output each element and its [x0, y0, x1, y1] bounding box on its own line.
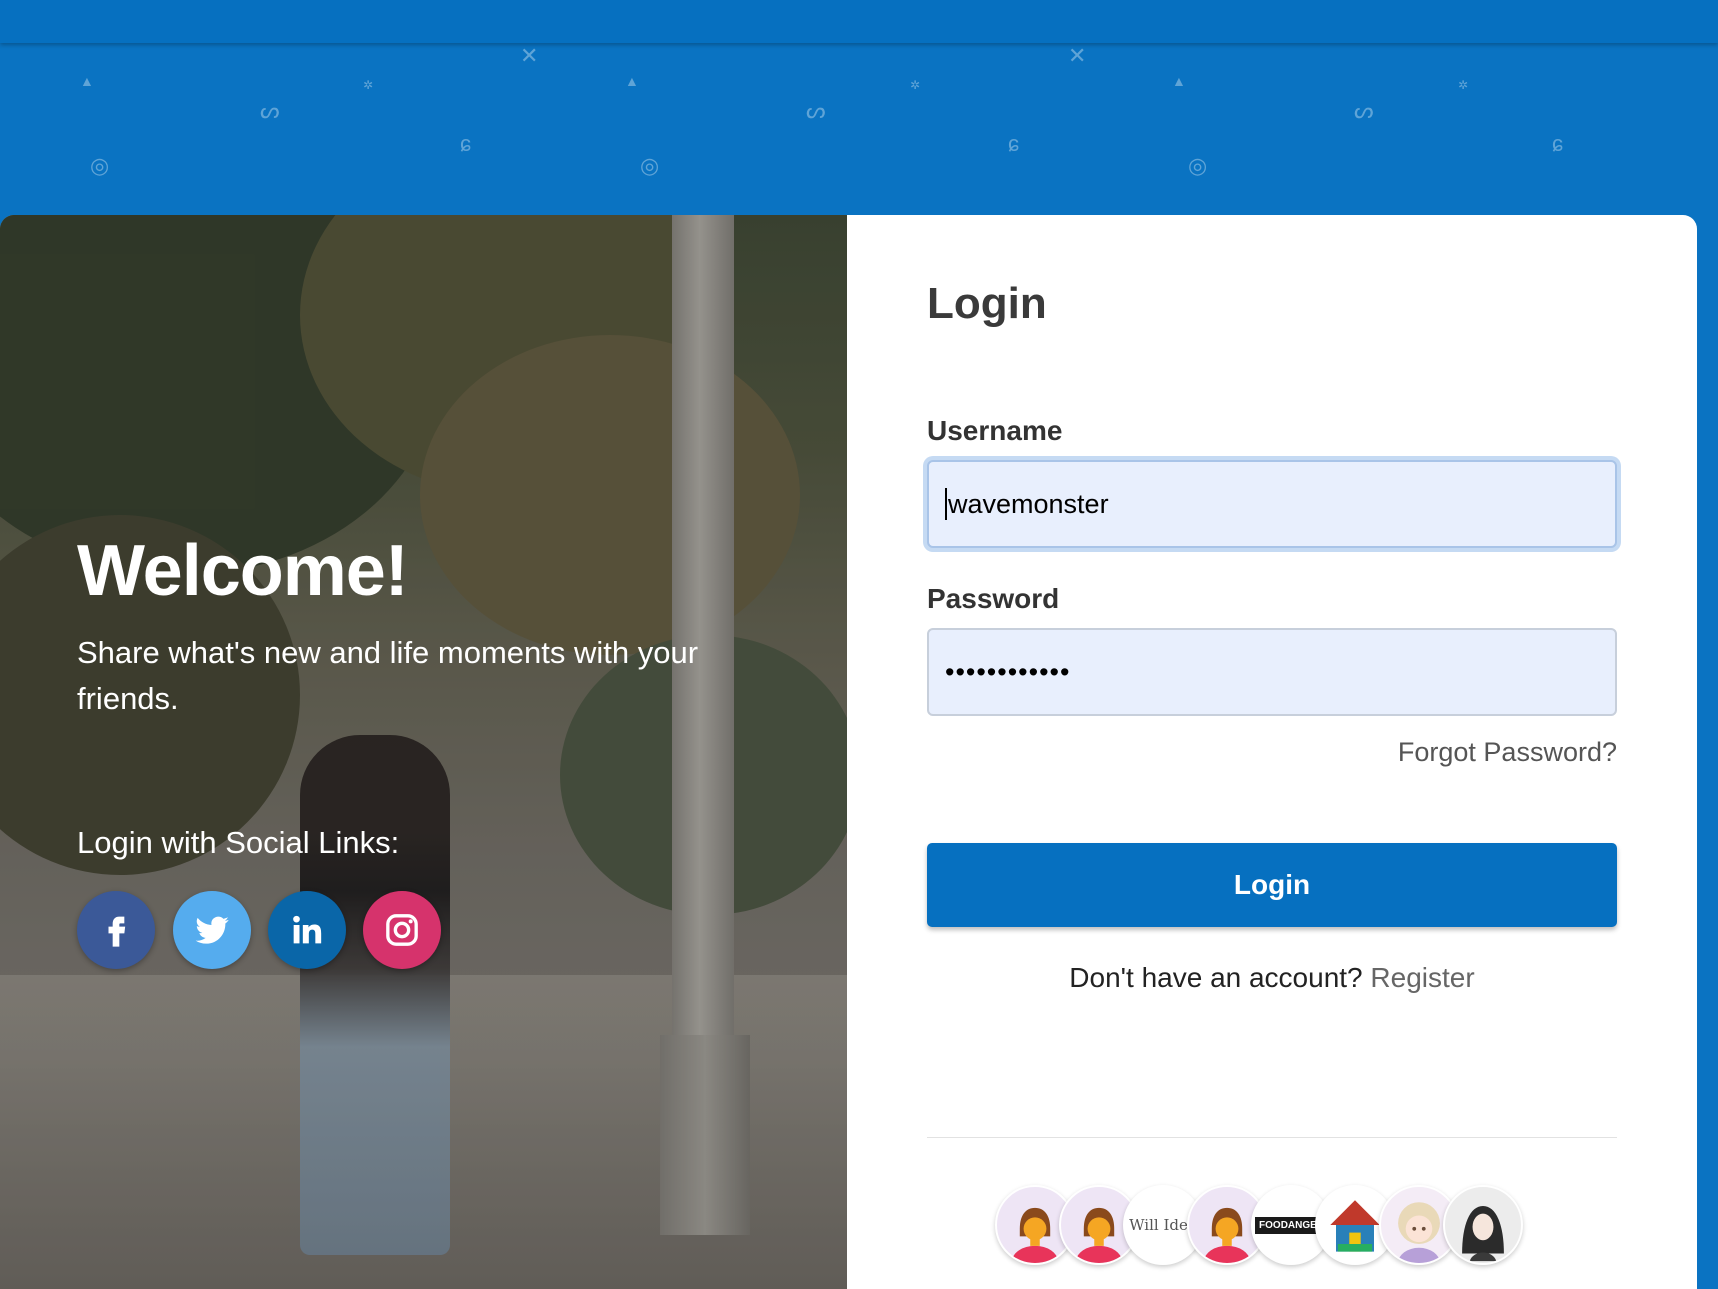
twitter-icon	[195, 916, 229, 944]
register-link[interactable]: Register	[1370, 962, 1474, 993]
login-title: Login	[927, 279, 1047, 328]
register-prompt: Don't have an account? Register	[927, 962, 1617, 994]
text-caret	[945, 488, 947, 520]
username-value: wavemonster	[948, 488, 1109, 519]
login-form: Login Username wavemonster Password ••••…	[927, 215, 1617, 1289]
instagram-icon	[386, 914, 418, 946]
login-card: Welcome! Share what's new and life momen…	[0, 215, 1697, 1289]
instagram-button[interactable]	[363, 891, 441, 969]
welcome-tagline: Share what's new and life moments with y…	[77, 635, 699, 716]
username-label: Username	[927, 415, 1063, 446]
divider	[927, 1137, 1617, 1138]
avatar-anime-boy[interactable]	[1443, 1185, 1523, 1265]
hero-photo-panel: Welcome! Share what's new and life momen…	[0, 215, 847, 1289]
social-login-label: Login with Social Links:	[77, 825, 400, 860]
password-label: Password	[927, 583, 1060, 614]
forgot-password-link[interactable]: Forgot Password?	[1398, 737, 1617, 768]
facebook-icon	[108, 916, 126, 947]
welcome-heading: Welcome!	[77, 531, 409, 611]
login-button[interactable]: Login	[927, 843, 1617, 927]
linkedin-icon	[293, 915, 322, 944]
recent-users-avatars: Will Idea FOODANGEL	[995, 1185, 1555, 1271]
linkedin-button[interactable]	[268, 891, 346, 969]
anime-boy-icon	[1462, 1206, 1504, 1262]
username-input[interactable]: wavemonster	[927, 460, 1617, 548]
password-value: ••••••••••••	[945, 656, 1071, 687]
register-prompt-text: Don't have an account?	[1069, 962, 1363, 993]
top-header-bar	[0, 0, 1718, 43]
password-input[interactable]: ••••••••••••	[927, 628, 1617, 716]
facebook-button[interactable]	[77, 891, 155, 969]
twitter-button[interactable]	[173, 891, 251, 969]
